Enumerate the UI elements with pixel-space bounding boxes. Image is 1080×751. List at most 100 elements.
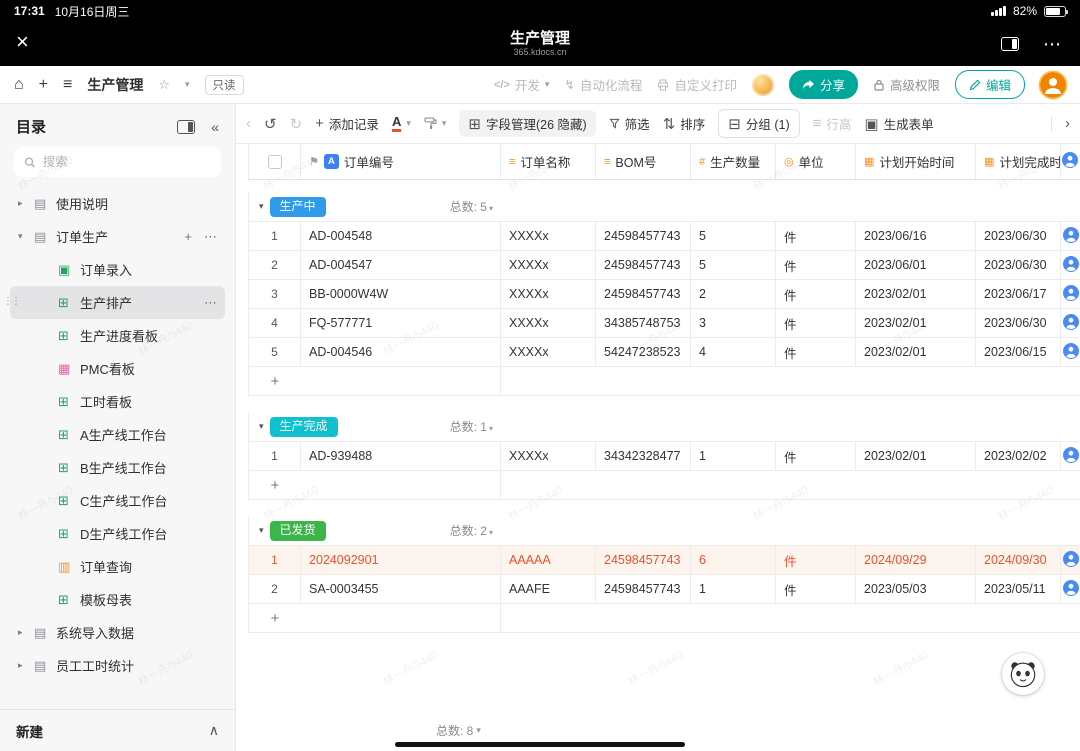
cell-col6[interactable]: 2023/02/02 — [976, 442, 1061, 470]
column-header-5[interactable]: ▦计划开始时间 — [856, 144, 976, 179]
cell-col0[interactable]: FQ-577771 — [301, 309, 501, 337]
cell-col6[interactable]: 2023/06/17 — [976, 280, 1061, 308]
cell-col2[interactable]: 24598457743 — [596, 546, 691, 574]
row-number-cell[interactable]: 5 — [249, 338, 301, 366]
cell-col4[interactable]: 件 — [776, 280, 856, 308]
cell-col4[interactable]: 件 — [776, 251, 856, 279]
cell-col6[interactable]: 2023/06/30 — [976, 251, 1061, 279]
tree-toggle-icon[interactable]: ▾ — [18, 231, 34, 242]
sidebar-item-2[interactable]: ▣订单录入 — [10, 253, 225, 286]
sidebar-item-12[interactable]: ⊞模板母表 — [10, 583, 225, 616]
cell-col4[interactable]: 件 — [776, 309, 856, 337]
sidebar-item-9[interactable]: ⊞C生产线工作台 — [10, 484, 225, 517]
more-icon[interactable]: ⋯ — [204, 229, 217, 245]
column-header-1[interactable]: ≡订单名称 — [501, 144, 596, 179]
cell-col1[interactable]: XXXXx — [501, 251, 596, 279]
row-number-cell[interactable]: 4 — [249, 309, 301, 337]
cell-col2[interactable]: 24598457743 — [596, 280, 691, 308]
toggle-panel-icon[interactable] — [1001, 37, 1019, 51]
cell-col3[interactable]: 3 — [691, 309, 776, 337]
sidebar-item-1[interactable]: ▾▤订单生产+⋯ — [10, 220, 225, 253]
cell-col3[interactable]: 5 — [691, 251, 776, 279]
cell-col6[interactable]: 2024/09/30 — [976, 546, 1061, 574]
cell-col6[interactable]: 2023/06/30 — [976, 309, 1061, 337]
group-status-badge[interactable]: 已发货 — [270, 521, 326, 541]
creator-cell[interactable] — [1061, 338, 1080, 366]
creator-cell[interactable] — [1061, 546, 1080, 574]
cell-col3[interactable]: 1 — [691, 575, 776, 603]
close-icon[interactable]: × — [16, 31, 29, 53]
column-header-0[interactable]: ⚑A订单编号 — [301, 144, 501, 179]
group-status-badge[interactable]: 生产完成 — [270, 417, 338, 437]
cell-col1[interactable]: XXXXx — [501, 309, 596, 337]
cell-col5[interactable]: 2023/06/01 — [856, 251, 976, 279]
drag-handle-icon[interactable]: ⋮⋮ — [3, 297, 19, 307]
sort-button[interactable]: ⇅ 排序 — [663, 114, 706, 133]
cell-col4[interactable]: 件 — [776, 575, 856, 603]
sidebar-item-11[interactable]: ▥订单查询 — [10, 550, 225, 583]
collapse-group-icon[interactable]: ▾ — [249, 525, 270, 536]
cell-col5[interactable]: 2023/02/01 — [856, 442, 976, 470]
sidebar-item-6[interactable]: ⊞工时看板 — [10, 385, 225, 418]
cell-col4[interactable]: 件 — [776, 546, 856, 574]
user-avatar[interactable] — [1040, 72, 1066, 98]
select-all-cell[interactable] — [249, 144, 301, 179]
cell-col5[interactable]: 2023/02/01 — [856, 280, 976, 308]
cell-col4[interactable]: 件 — [776, 338, 856, 366]
cell-col3[interactable]: 4 — [691, 338, 776, 366]
new-tab-icon[interactable]: + — [39, 76, 48, 94]
collapse-sidebar-icon[interactable]: « — [211, 119, 219, 135]
cell-col4[interactable]: 件 — [776, 442, 856, 470]
add-row-button[interactable]: + — [248, 367, 1080, 396]
cell-col2[interactable]: 24598457743 — [596, 222, 691, 250]
cell-col6[interactable]: 2023/05/11 — [976, 575, 1061, 603]
generate-form-button[interactable]: ▣ 生成表单 — [864, 114, 933, 133]
cell-col0[interactable]: SA-0003455 — [301, 575, 501, 603]
cell-col3[interactable]: 2 — [691, 280, 776, 308]
custom-print-button[interactable]: 自定义打印 — [657, 75, 737, 94]
add-row-button[interactable]: + — [248, 604, 1080, 633]
cell-col0[interactable]: AD-939488 — [301, 442, 501, 470]
collapse-group-icon[interactable]: ▾ — [249, 201, 270, 212]
collapse-left-icon[interactable]: ‹ — [246, 115, 251, 132]
dev-button[interactable]: </> 开发 ▾ — [494, 75, 549, 94]
sidebar-item-14[interactable]: ▸▤员工工时统计 — [10, 649, 225, 682]
undo-icon[interactable]: ↺ — [264, 115, 277, 133]
menu-icon[interactable]: ≡ — [63, 76, 72, 94]
cell-col2[interactable]: 54247238523 — [596, 338, 691, 366]
select-all-checkbox[interactable] — [268, 155, 282, 169]
cell-col1[interactable]: AAAAA — [501, 546, 596, 574]
star-icon[interactable]: ☆ — [158, 77, 170, 93]
filter-button[interactable]: 筛选 — [609, 114, 650, 133]
cell-col6[interactable]: 2023/06/30 — [976, 222, 1061, 250]
group-status-badge[interactable]: 生产中 — [270, 197, 326, 217]
creator-cell[interactable] — [1061, 575, 1080, 603]
cell-col0[interactable]: AD-004548 — [301, 222, 501, 250]
assistant-mascot[interactable] — [1002, 653, 1044, 695]
tree-toggle-icon[interactable]: ▸ — [18, 660, 34, 671]
sidebar-item-13[interactable]: ▸▤系统导入数据 — [10, 616, 225, 649]
cell-col0[interactable]: AD-004547 — [301, 251, 501, 279]
member-coin-icon[interactable] — [752, 74, 774, 96]
cell-col5[interactable]: 2023/05/03 — [856, 575, 976, 603]
format-painter-button[interactable]: ▾ — [424, 117, 447, 130]
field-management-button[interactable]: ⊞ 字段管理(26 隐藏) — [459, 110, 595, 137]
new-button[interactable]: 新建 — [16, 721, 43, 741]
home-icon[interactable]: ⌂ — [14, 76, 24, 94]
group-count[interactable]: 总数: 2▾ — [417, 522, 493, 539]
sidebar-item-3[interactable]: ⊞生产排产⋯⋮⋮ — [10, 286, 225, 319]
add-row-button[interactable]: + — [248, 471, 1080, 500]
row-number-cell[interactable]: 2 — [249, 251, 301, 279]
sidebar-item-8[interactable]: ⊞B生产线工作台 — [10, 451, 225, 484]
cell-col4[interactable]: 件 — [776, 222, 856, 250]
creator-cell[interactable] — [1061, 442, 1080, 470]
redo-icon[interactable]: ↻ — [290, 115, 303, 133]
row-number-cell[interactable]: 1 — [249, 546, 301, 574]
column-header-2[interactable]: ≡BOM号 — [596, 144, 691, 179]
cell-col6[interactable]: 2023/06/15 — [976, 338, 1061, 366]
column-header-6[interactable]: ▦计划完成时间 — [976, 144, 1061, 179]
cell-col5[interactable]: 2023/02/01 — [856, 309, 976, 337]
edit-button[interactable]: 编辑 — [955, 70, 1025, 99]
group-count[interactable]: 总数: 1▾ — [417, 418, 493, 435]
sidebar-item-10[interactable]: ⊞D生产线工作台 — [10, 517, 225, 550]
